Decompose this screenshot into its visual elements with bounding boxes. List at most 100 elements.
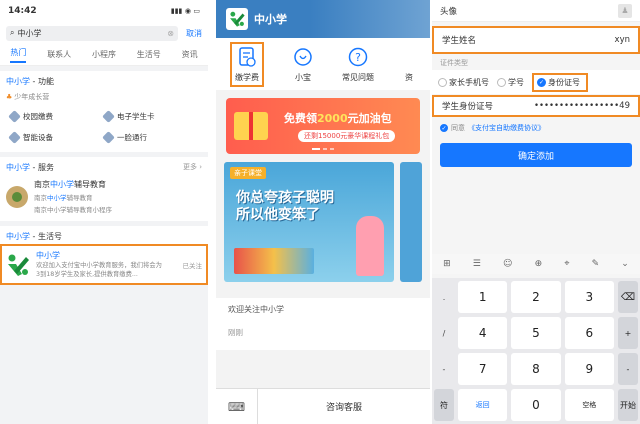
- carousel-dots: [312, 148, 334, 150]
- key-0[interactable]: 0: [511, 389, 561, 421]
- start-key[interactable]: 开始: [617, 389, 638, 421]
- agreement-row[interactable]: ✓ 同意 《支付宝自助缴费协议》: [432, 117, 640, 139]
- student-name-field[interactable]: 学生姓名 xyn: [432, 26, 640, 54]
- menu-icon[interactable]: ☰: [473, 259, 481, 269]
- id-type-label: 证件类型: [440, 59, 468, 67]
- radio-parent-phone[interactable]: 家长手机号: [438, 77, 489, 88]
- key-minus[interactable]: -: [617, 353, 638, 385]
- student-name-value: xyn: [614, 35, 630, 45]
- life-title-suffix: - 生活号: [30, 232, 62, 241]
- key-dot[interactable]: .: [434, 281, 454, 313]
- grid-icon[interactable]: ⊞: [443, 259, 451, 269]
- key-5[interactable]: 5: [511, 317, 561, 349]
- tab-miniapps[interactable]: 小程序: [92, 49, 116, 60]
- banner-title-b: 元加油包: [347, 112, 392, 125]
- xiaobao-button[interactable]: 小宝: [292, 46, 314, 83]
- agree-text: 同意: [451, 124, 465, 132]
- service-name-a: 南京: [34, 180, 50, 189]
- service-title-suffix: - 服务: [30, 163, 54, 172]
- carousel-dot: [330, 148, 334, 150]
- banner-title-a: 免费领: [284, 112, 317, 125]
- agreement-link[interactable]: 《支付宝自助缴费协议》: [468, 123, 545, 133]
- key-4[interactable]: 4: [458, 317, 508, 349]
- function-item[interactable]: 校园缴费: [8, 110, 104, 123]
- student-id-field[interactable]: 学生身份证号 •••••••••••••••••49: [432, 95, 640, 117]
- xiaobao-label: 小宝: [295, 72, 311, 82]
- avatar-row[interactable]: 头像 ♟: [432, 0, 640, 22]
- key-6[interactable]: 6: [564, 317, 614, 349]
- customer-service-button[interactable]: 咨询客服: [258, 400, 430, 413]
- more-link[interactable]: 更多 ›: [183, 162, 202, 173]
- life-account-item[interactable]: 中小学 欢迎加入支付宝中小学教育服务，我们将会为3到18岁学生及家长,提供教育缴…: [0, 244, 208, 285]
- clear-icon[interactable]: ⊗: [167, 29, 174, 38]
- life-desc: 欢迎加入支付宝中小学教育服务，我们将会为3到18岁学生及家长,提供教育缴费...: [36, 262, 162, 278]
- symbol-key[interactable]: 符: [434, 389, 454, 421]
- svg-text:?: ?: [355, 51, 361, 64]
- key-8[interactable]: 8: [511, 353, 561, 385]
- search-input[interactable]: ⌕ 中小学 ⊗: [6, 25, 178, 41]
- backspace-key[interactable]: ⌫: [617, 281, 638, 313]
- promo-banner[interactable]: 免费领2000元加油包 还剩15000元豪华课程礼包: [226, 98, 420, 154]
- function-subtitle: ♣ 少年成长营: [6, 92, 202, 102]
- banner-title: 免费领2000元加油包: [284, 110, 392, 126]
- school-home-screen: 中小学 缴学费 小宝 ? 常见问题 资 免费领2000元加油包 还剩15000元…: [216, 0, 430, 424]
- radio-circle: [438, 77, 447, 87]
- tab-news[interactable]: 资讯: [182, 49, 198, 60]
- tab-hot[interactable]: 热门: [10, 47, 27, 63]
- space-key[interactable]: 空格: [564, 389, 614, 421]
- parenting-card[interactable]: 亲子课堂 你总夸孩子聪明 所以他变笨了: [224, 162, 394, 282]
- faq-button[interactable]: ? 常见问题: [342, 46, 374, 83]
- life-title: 中小学 - 生活号: [6, 229, 202, 244]
- tab-life[interactable]: 生活号: [137, 49, 161, 60]
- faq-label: 常见问题: [342, 72, 374, 82]
- status-icons: ▮▮▮ ◉ ▭: [170, 7, 200, 15]
- edit-icon[interactable]: ✎: [592, 259, 600, 269]
- student-name-label: 学生姓名: [442, 36, 477, 46]
- content-cards: 亲子课堂 你总夸孩子聪明 所以他变笨了: [224, 162, 422, 282]
- key-7[interactable]: 7: [458, 353, 508, 385]
- radio-circle: [497, 77, 506, 87]
- keyboard-icon[interactable]: ⌨: [216, 388, 258, 424]
- card-tag: 亲子课堂: [230, 167, 266, 179]
- question-icon: ?: [347, 46, 369, 68]
- service-item[interactable]: 南京中小学辅导教育 南京中小学辅导教育 南京中小学辅导教育小程序: [6, 175, 202, 218]
- more-action-button[interactable]: 资: [402, 46, 416, 83]
- key-2[interactable]: 2: [511, 281, 561, 313]
- app-logo-icon: [226, 8, 248, 30]
- checkbox-icon[interactable]: ✓: [440, 124, 448, 132]
- card-headline: 你总夸孩子聪明 所以他变笨了: [236, 190, 334, 223]
- function-section: 中小学 - 功能 ♣ 少年成长营 校园缴费 电子学生卡 智能设备 一脸通行: [0, 71, 208, 152]
- books-image: [234, 248, 314, 274]
- service-section: 中小学 - 服务 更多 › 南京中小学辅导教育 南京中小学辅导教育 南京中小学辅…: [0, 157, 208, 221]
- key-9[interactable]: 9: [564, 353, 614, 385]
- function-item[interactable]: 电子学生卡: [102, 110, 198, 123]
- tab-contacts[interactable]: 联系人: [47, 49, 71, 60]
- function-title: 中小学 - 功能: [6, 74, 202, 89]
- next-card[interactable]: [400, 162, 422, 282]
- collapse-keyboard-icon[interactable]: ⌄: [621, 259, 629, 269]
- function-title-keyword: 中小学: [6, 77, 30, 86]
- key-dash[interactable]: -: [434, 353, 454, 385]
- key-3[interactable]: 3: [564, 281, 614, 313]
- key-1[interactable]: 1: [458, 281, 508, 313]
- cancel-button[interactable]: 取消: [186, 28, 202, 39]
- search-screen: 14:42 ▮▮▮ ◉ ▭ ⌕ 中小学 ⊗ 取消 热门 联系人 小程序 生活号 …: [0, 0, 208, 424]
- function-item[interactable]: 一脸通行: [102, 131, 198, 144]
- key-slash[interactable]: /: [434, 317, 454, 349]
- pay-tuition-button[interactable]: 缴学费: [230, 41, 264, 87]
- radio-student-no[interactable]: 学号: [497, 77, 524, 88]
- emoji-icon[interactable]: ☺: [503, 259, 512, 269]
- radio-label: 家长手机号: [449, 77, 489, 87]
- function-item[interactable]: 智能设备: [8, 131, 104, 144]
- more-label: 更多: [182, 163, 197, 171]
- search-bar: ⌕ 中小学 ⊗ 取消: [0, 22, 208, 44]
- confirm-add-button[interactable]: 确定添加: [440, 143, 632, 167]
- key-plus[interactable]: +: [617, 317, 638, 349]
- carousel-dot: [323, 148, 327, 150]
- radio-id-card[interactable]: ✓ 身份证号: [532, 72, 588, 92]
- cursor-icon[interactable]: ⊕: [535, 259, 543, 269]
- return-key[interactable]: 返回: [458, 389, 508, 421]
- page-title: 中小学: [254, 13, 287, 26]
- service-desc-hl: 中小学: [47, 194, 67, 202]
- link-icon[interactable]: ⌖: [564, 259, 569, 269]
